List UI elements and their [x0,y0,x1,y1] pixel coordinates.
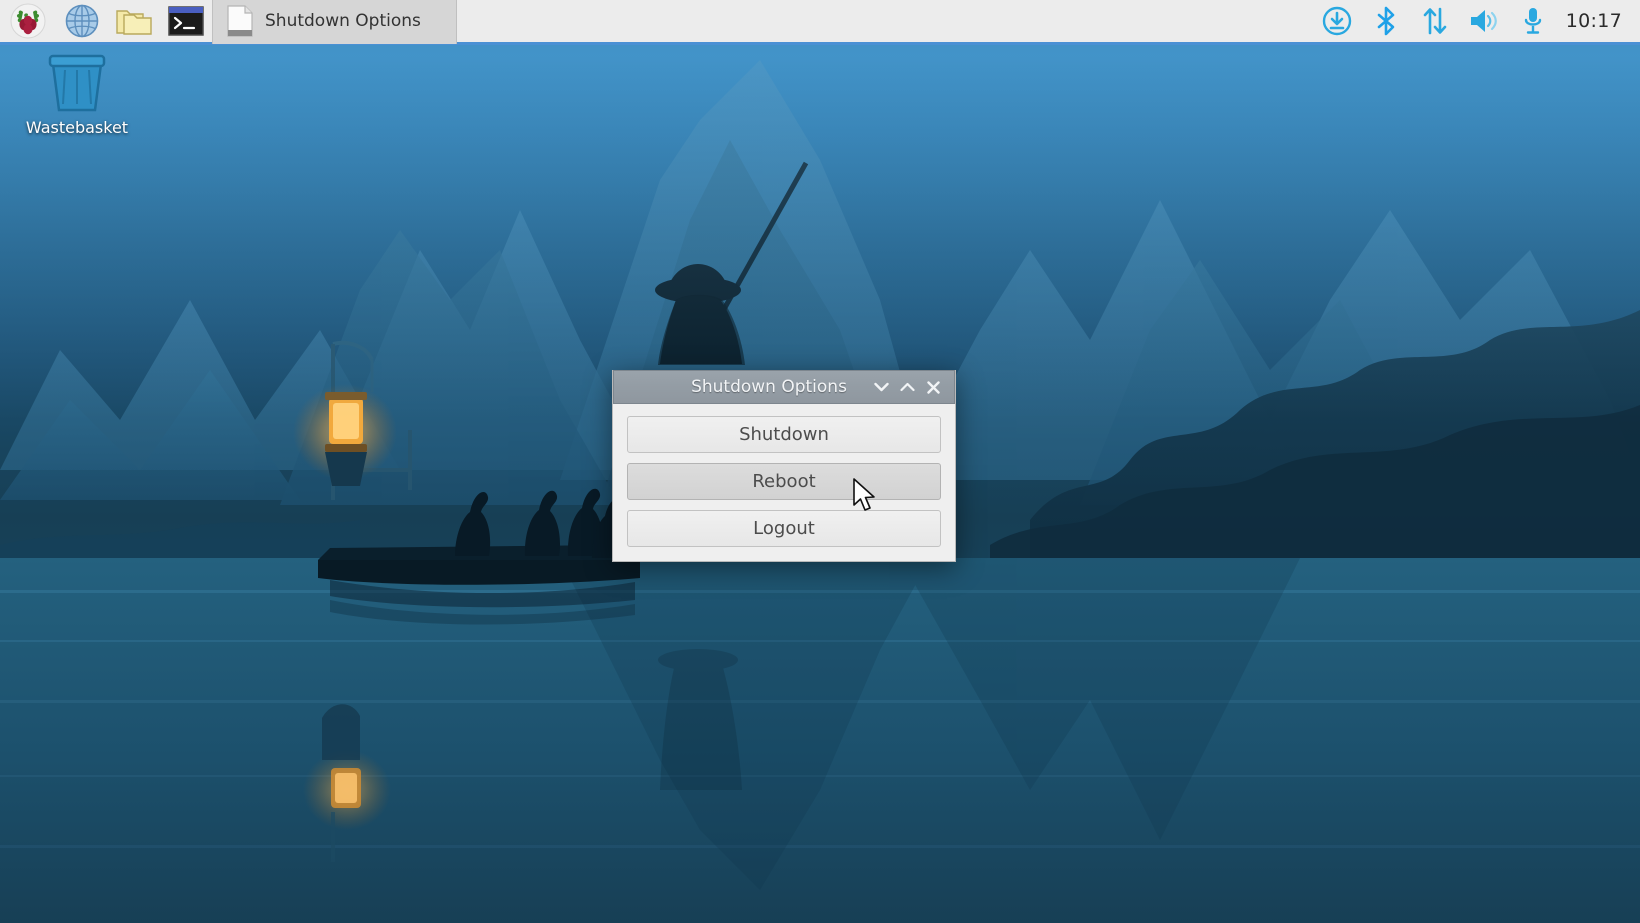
file-manager-icon[interactable] [108,0,160,42]
window-document-icon [227,5,253,37]
close-button[interactable] [920,372,946,402]
globe-icon [65,4,99,38]
shade-down-button[interactable] [868,372,894,402]
network-updown-arrows-icon [1423,7,1447,35]
shutdown-button[interactable]: Shutdown [627,416,941,453]
terminal-icon[interactable] [160,0,212,42]
dialog-title: Shutdown Options [691,377,847,397]
dialog-titlebar[interactable]: Shutdown Options [613,370,955,404]
desktop-icon-label: Wastebasket [25,118,129,137]
volume-icon[interactable] [1460,0,1509,44]
bluetooth-icon[interactable] [1362,0,1411,44]
raspberry-menu-icon[interactable] [0,0,56,42]
folder-icon [116,10,152,35]
network-icon[interactable] [1411,0,1460,44]
taskbar-clock[interactable]: 10:17 [1558,10,1626,32]
raspberry-pi-logo-icon [10,3,46,39]
reboot-button-label: Reboot [752,471,816,492]
reboot-button[interactable]: Reboot [627,463,941,500]
software-update-icon[interactable] [1313,0,1362,44]
dialog-body: Shutdown Reboot Logout [613,404,955,561]
wastebasket-icon [48,54,106,112]
update-download-icon [1323,6,1352,36]
microphone-icon[interactable] [1509,0,1558,44]
web-browser-icon[interactable] [56,0,108,42]
system-tray: 10:17 [1313,0,1640,44]
taskbar-window-button-shutdown-options[interactable]: Shutdown Options [212,0,457,44]
speaker-icon [1471,10,1498,32]
bluetooth-glyph-icon [1377,6,1395,36]
taskbar-launchers [0,0,212,44]
shade-up-button[interactable] [894,372,920,402]
chevron-up-icon [899,382,915,392]
shutdown-options-dialog: Shutdown Options Shutdown Reboot Logout [612,370,956,562]
desktop-wallpaper[interactable]: Wastebasket Shutdown Options Shutdown Re… [0,0,1640,923]
shutdown-button-label: Shutdown [739,424,829,445]
microphone-glyph-icon [1525,8,1542,34]
logout-button[interactable]: Logout [627,510,941,547]
terminal-window-icon [168,6,204,36]
taskbar-panel: Shutdown Options 10:17 [0,0,1640,45]
chevron-down-icon [873,382,889,392]
close-icon [926,380,940,394]
taskbar-window-title: Shutdown Options [265,11,421,31]
logout-button-label: Logout [753,518,815,539]
desktop-icon-wastebasket[interactable]: Wastebasket [18,52,136,137]
